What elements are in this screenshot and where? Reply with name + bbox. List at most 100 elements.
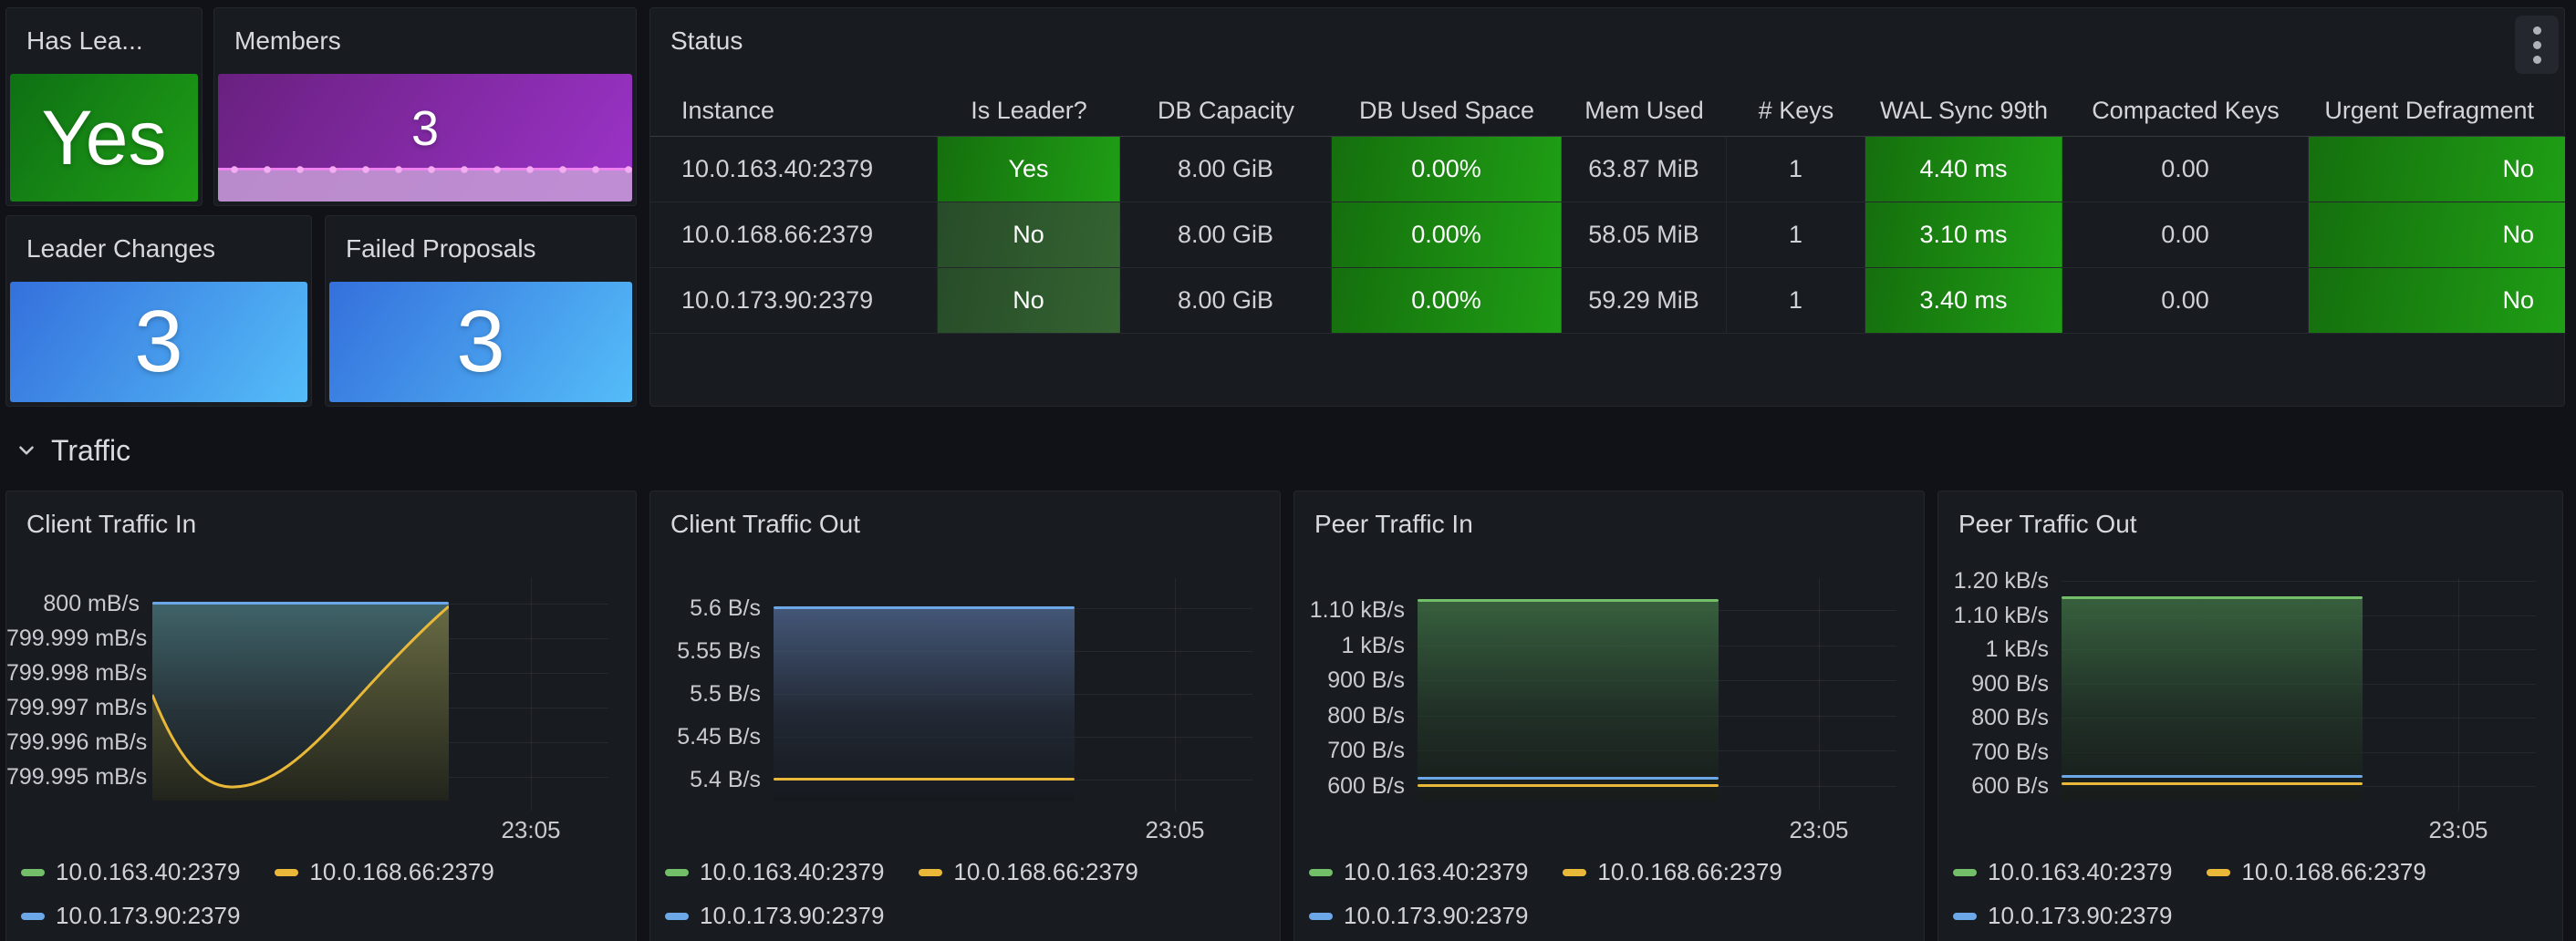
legend-item[interactable]: 10.0.163.40:2379 bbox=[1309, 858, 1528, 886]
sparkline-points bbox=[218, 164, 632, 175]
stat-value: Yes bbox=[41, 99, 166, 176]
panel-title[interactable]: Has Lea... bbox=[6, 8, 202, 74]
legend-swatch-blue bbox=[1309, 913, 1333, 920]
series-line-green bbox=[2062, 596, 2363, 599]
x-axis-tick: 23:05 bbox=[2408, 816, 2508, 844]
panel-title[interactable]: Failed Proposals bbox=[326, 216, 636, 282]
y-axis-tick: 1 kB/s bbox=[1294, 631, 1405, 660]
panel-title[interactable]: Client Traffic In bbox=[6, 491, 636, 557]
column-header-instance[interactable]: Instance bbox=[650, 86, 938, 136]
series-area bbox=[1418, 602, 1719, 801]
series-line-blue bbox=[1418, 777, 1719, 780]
cell-instance: 10.0.163.40:2379 bbox=[650, 137, 938, 202]
cell-mem-used: 59.29 MiB bbox=[1562, 268, 1727, 333]
column-header-urgent-defragment[interactable]: Urgent Defragment bbox=[2309, 86, 2565, 136]
panel-title[interactable]: Status bbox=[650, 8, 2564, 74]
panel-title[interactable]: Peer Traffic Out bbox=[1938, 491, 2562, 557]
legend-swatch-yellow bbox=[1563, 869, 1586, 876]
legend-label: 10.0.168.66:2379 bbox=[1597, 858, 1781, 886]
y-axis-tick: 799.999 mB/s bbox=[6, 624, 140, 653]
legend-item[interactable]: 10.0.163.40:2379 bbox=[1953, 858, 2172, 886]
column-header-mem-used[interactable]: Mem Used bbox=[1562, 86, 1727, 136]
stat-value: 3 bbox=[411, 104, 439, 153]
column-header-is-leader[interactable]: Is Leader? bbox=[938, 86, 1120, 136]
y-axis-tick: 800 B/s bbox=[1938, 703, 2049, 732]
cell-keys: 1 bbox=[1727, 137, 1865, 202]
panel-menu-kebab-icon[interactable] bbox=[2515, 16, 2559, 74]
stat-value-block: 3 bbox=[10, 282, 307, 402]
cell-urgent-defragment: No bbox=[2309, 137, 2565, 202]
x-axis-tick: 23:05 bbox=[481, 816, 581, 844]
series-line-yellow bbox=[2062, 782, 2363, 785]
cell-db-used-space: 0.00% bbox=[1332, 137, 1562, 202]
table-row: 10.0.173.90:2379 No 8.00 GiB 0.00% 59.29… bbox=[650, 268, 2564, 334]
legend-swatch-blue bbox=[1953, 913, 1977, 920]
cell-wal-sync: 3.40 ms bbox=[1865, 268, 2062, 333]
section-row-traffic[interactable]: Traffic bbox=[15, 429, 130, 472]
stat-value: 3 bbox=[134, 298, 182, 386]
legend-item[interactable]: 10.0.163.40:2379 bbox=[21, 858, 240, 886]
y-axis-tick: 799.997 mB/s bbox=[6, 693, 140, 722]
legend-swatch-green bbox=[1953, 869, 1977, 876]
legend-swatch-blue bbox=[665, 913, 689, 920]
column-header-wal-sync[interactable]: WAL Sync 99th bbox=[1865, 86, 2062, 136]
section-title: Traffic bbox=[51, 434, 130, 468]
grafana-dashboard: Has Lea... Yes Members 3 Leader Changes … bbox=[0, 0, 2576, 941]
legend-item[interactable]: 10.0.173.90:2379 bbox=[665, 902, 884, 930]
y-axis-tick: 600 B/s bbox=[1294, 771, 1405, 801]
panel-title[interactable]: Members bbox=[214, 8, 636, 74]
y-axis-tick: 1.10 kB/s bbox=[1294, 595, 1405, 625]
legend-label: 10.0.163.40:2379 bbox=[1988, 858, 2172, 886]
column-header-db-capacity[interactable]: DB Capacity bbox=[1120, 86, 1332, 136]
cell-urgent-defragment: No bbox=[2309, 202, 2565, 267]
y-axis-tick: 5.45 B/s bbox=[650, 722, 761, 751]
panel-status: Status Instance Is Leader? DB Capacity D… bbox=[649, 7, 2565, 407]
y-axis-tick: 5.4 B/s bbox=[650, 765, 761, 794]
legend-label: 10.0.163.40:2379 bbox=[56, 858, 240, 886]
chart-legend: 10.0.163.40:2379 10.0.168.66:2379 10.0.1… bbox=[21, 858, 494, 930]
column-header-compacted-keys[interactable]: Compacted Keys bbox=[2062, 86, 2309, 136]
panel-title[interactable]: Client Traffic Out bbox=[650, 491, 1280, 557]
cell-db-capacity: 8.00 GiB bbox=[1120, 137, 1332, 202]
legend-item[interactable]: 10.0.173.90:2379 bbox=[1953, 902, 2172, 930]
y-axis-tick: 799.996 mB/s bbox=[6, 728, 140, 757]
cell-wal-sync: 4.40 ms bbox=[1865, 137, 2062, 202]
legend-item[interactable]: 10.0.173.90:2379 bbox=[21, 902, 240, 930]
legend-swatch-green bbox=[21, 869, 45, 876]
legend-item[interactable]: 10.0.173.90:2379 bbox=[1309, 902, 1528, 930]
legend-swatch-green bbox=[665, 869, 689, 876]
cell-is-leader: No bbox=[938, 202, 1120, 267]
panel-title[interactable]: Leader Changes bbox=[6, 216, 311, 282]
y-axis-tick: 5.6 B/s bbox=[650, 594, 761, 623]
cell-db-capacity: 8.00 GiB bbox=[1120, 268, 1332, 333]
stat-value-block: 3 bbox=[218, 74, 632, 202]
legend-item[interactable]: 10.0.168.66:2379 bbox=[275, 858, 493, 886]
table-row: 10.0.163.40:2379 Yes 8.00 GiB 0.00% 63.8… bbox=[650, 137, 2564, 202]
legend-swatch-yellow bbox=[275, 869, 298, 876]
y-axis-tick: 700 B/s bbox=[1294, 736, 1405, 765]
legend-item[interactable]: 10.0.168.66:2379 bbox=[919, 858, 1137, 886]
y-axis-tick: 799.998 mB/s bbox=[6, 658, 140, 688]
panel-title[interactable]: Peer Traffic In bbox=[1294, 491, 1924, 557]
y-axis-tick: 600 B/s bbox=[1938, 771, 2049, 801]
column-header-db-used-space[interactable]: DB Used Space bbox=[1332, 86, 1562, 136]
legend-item[interactable]: 10.0.163.40:2379 bbox=[665, 858, 884, 886]
panel-failed-proposals: Failed Proposals 3 bbox=[325, 215, 637, 407]
panel-peer-traffic-in: Peer Traffic In 1.10 kB/s 1 kB/s 900 B/s… bbox=[1293, 491, 1925, 941]
legend-label: 10.0.173.90:2379 bbox=[56, 902, 240, 930]
cell-compacted-keys: 0.00 bbox=[2062, 202, 2309, 267]
cell-compacted-keys: 0.00 bbox=[2062, 268, 2309, 333]
series-line-yellow bbox=[1418, 784, 1719, 787]
column-header-keys[interactable]: # Keys bbox=[1727, 86, 1865, 136]
cell-instance: 10.0.168.66:2379 bbox=[650, 202, 938, 267]
cell-urgent-defragment: No bbox=[2309, 268, 2565, 333]
legend-label: 10.0.168.66:2379 bbox=[2241, 858, 2425, 886]
legend-item[interactable]: 10.0.168.66:2379 bbox=[1563, 858, 1781, 886]
legend-item[interactable]: 10.0.168.66:2379 bbox=[2207, 858, 2425, 886]
series-line-yellow bbox=[774, 778, 1075, 781]
panel-peer-traffic-out: Peer Traffic Out 1.20 kB/s 1.10 kB/s 1 k… bbox=[1937, 491, 2563, 941]
cell-compacted-keys: 0.00 bbox=[2062, 137, 2309, 202]
legend-label: 10.0.163.40:2379 bbox=[700, 858, 884, 886]
y-axis-tick: 800 mB/s bbox=[6, 589, 140, 618]
cell-keys: 1 bbox=[1727, 202, 1865, 267]
